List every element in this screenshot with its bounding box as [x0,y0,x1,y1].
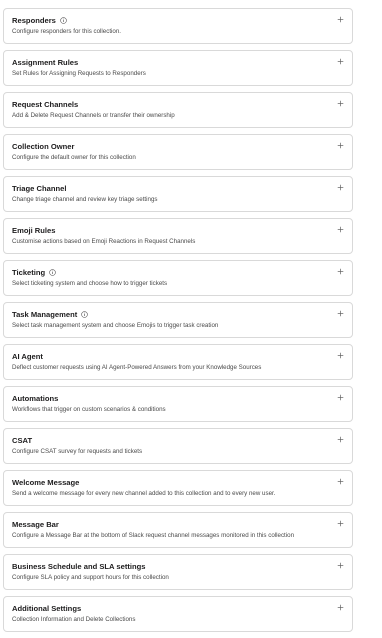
info-icon[interactable] [81,311,89,318]
section-description: Deflect customer requests using AI Agent… [12,364,262,371]
section-title-text: Assignment Rules [12,58,79,67]
section-title-text: Message Bar [12,520,59,529]
section-title: AI Agent [12,352,43,361]
section-title-text: Collection Owner [12,142,75,151]
section-description: Send a welcome message for every new cha… [12,490,276,497]
section-description: Select task management system and choose… [12,322,219,329]
section-description: Workflows that trigger on custom scenari… [12,406,166,413]
section-title-text: CSAT [12,436,33,445]
plus-icon[interactable] [337,436,344,443]
section-title: Collection Owner [12,142,74,151]
plus-icon[interactable] [337,562,344,569]
section-title: Ticketing [12,268,56,277]
section-description: Change triage channel and review key tri… [12,196,158,203]
section-title: Responders [12,16,67,25]
settings-section-card[interactable]: Assignment Rules Set Rules for Assigning … [3,50,353,86]
settings-section-card[interactable]: Task Management Select task management sy… [3,302,353,338]
settings-section-card[interactable]: Message Bar Configure a Message Bar at th… [3,512,353,548]
plus-icon[interactable] [337,310,344,317]
section-description: Customise actions based on Emoji Reactio… [12,238,196,245]
section-description: Set Rules for Assigning Requests to Resp… [12,70,146,77]
section-description: Configure a Message Bar at the bottom of… [12,532,295,539]
section-title-text: Welcome Message [12,478,80,487]
settings-section-card[interactable]: Responders Configure responders for this … [3,8,353,44]
section-title-text: Triage Channel [12,184,67,193]
section-title: Additional Settings [12,604,81,613]
section-description: Configure responders for this collection… [12,28,122,35]
section-title: Assignment Rules [12,58,78,67]
section-description: Configure CSAT survey for requests and t… [12,448,143,455]
section-title: Automations [12,394,58,403]
settings-section-card[interactable]: Emoji Rules Customise actions based on Em… [3,218,353,254]
plus-icon[interactable] [337,184,344,191]
plus-icon[interactable] [337,16,344,23]
plus-icon[interactable] [337,520,344,527]
settings-section-card[interactable]: Welcome Message Send a welcome message fo… [3,470,353,506]
settings-section-card[interactable]: Business Schedule and SLA settings Config… [3,554,353,590]
section-title-text: Ticketing [12,268,46,277]
plus-icon[interactable] [337,142,344,149]
info-icon[interactable] [49,269,56,276]
settings-section-card[interactable]: Collection Owner Configure the default ow… [3,134,353,170]
section-description: Add & Delete Request Channels or transfe… [12,112,175,119]
section-title: Task Management [12,310,89,319]
section-title: Triage Channel [12,184,66,193]
section-title-text: AI Agent [12,352,43,361]
section-title-text: Emoji Rules [12,226,56,235]
plus-icon[interactable] [337,100,344,107]
section-title: CSAT [12,436,32,445]
section-description: Select ticketing system and choose how t… [12,280,168,287]
section-title: Request Channels [12,100,78,109]
settings-section-card[interactable]: Automations Workflows that trigger on cus… [3,386,353,422]
plus-icon[interactable] [337,268,344,275]
settings-section-card[interactable]: CSAT Configure CSAT survey for requests a… [3,428,353,464]
section-title-text: Additional Settings [12,604,82,613]
section-title-text: Responders [12,16,56,25]
settings-section-card[interactable]: Triage Channel Change triage channel and … [3,176,353,212]
plus-icon[interactable] [337,226,344,233]
settings-section-card[interactable]: Request Channels Add & Delete Request Cha… [3,92,353,128]
section-description: Configure the default owner for this col… [12,154,136,161]
plus-icon[interactable] [337,604,344,611]
settings-section-card[interactable]: Additional Settings Collection Informatio… [3,596,353,632]
section-description: Collection Information and Delete Collec… [12,616,136,623]
section-description: Configure SLA policy and support hours f… [12,574,169,581]
info-icon[interactable] [60,17,67,24]
section-title: Emoji Rules [12,226,55,235]
section-title: Welcome Message [12,478,79,487]
section-title-text: Request Channels [12,100,79,109]
plus-icon[interactable] [337,58,344,65]
section-title: Business Schedule and SLA settings [12,562,145,571]
section-title-text: Task Management [12,310,78,319]
plus-icon[interactable] [337,394,344,401]
settings-list: Responders Configure responders for this … [3,8,353,638]
settings-section-card[interactable]: Ticketing Select ticketing system and cho… [3,260,353,296]
plus-icon[interactable] [337,352,344,359]
plus-icon[interactable] [337,478,344,485]
settings-section-card[interactable]: AI Agent Deflect customer requests using … [3,344,353,380]
section-title: Message Bar [12,520,59,529]
section-title-text: Automations [12,394,59,403]
section-title-text: Business Schedule and SLA settings [12,562,146,571]
